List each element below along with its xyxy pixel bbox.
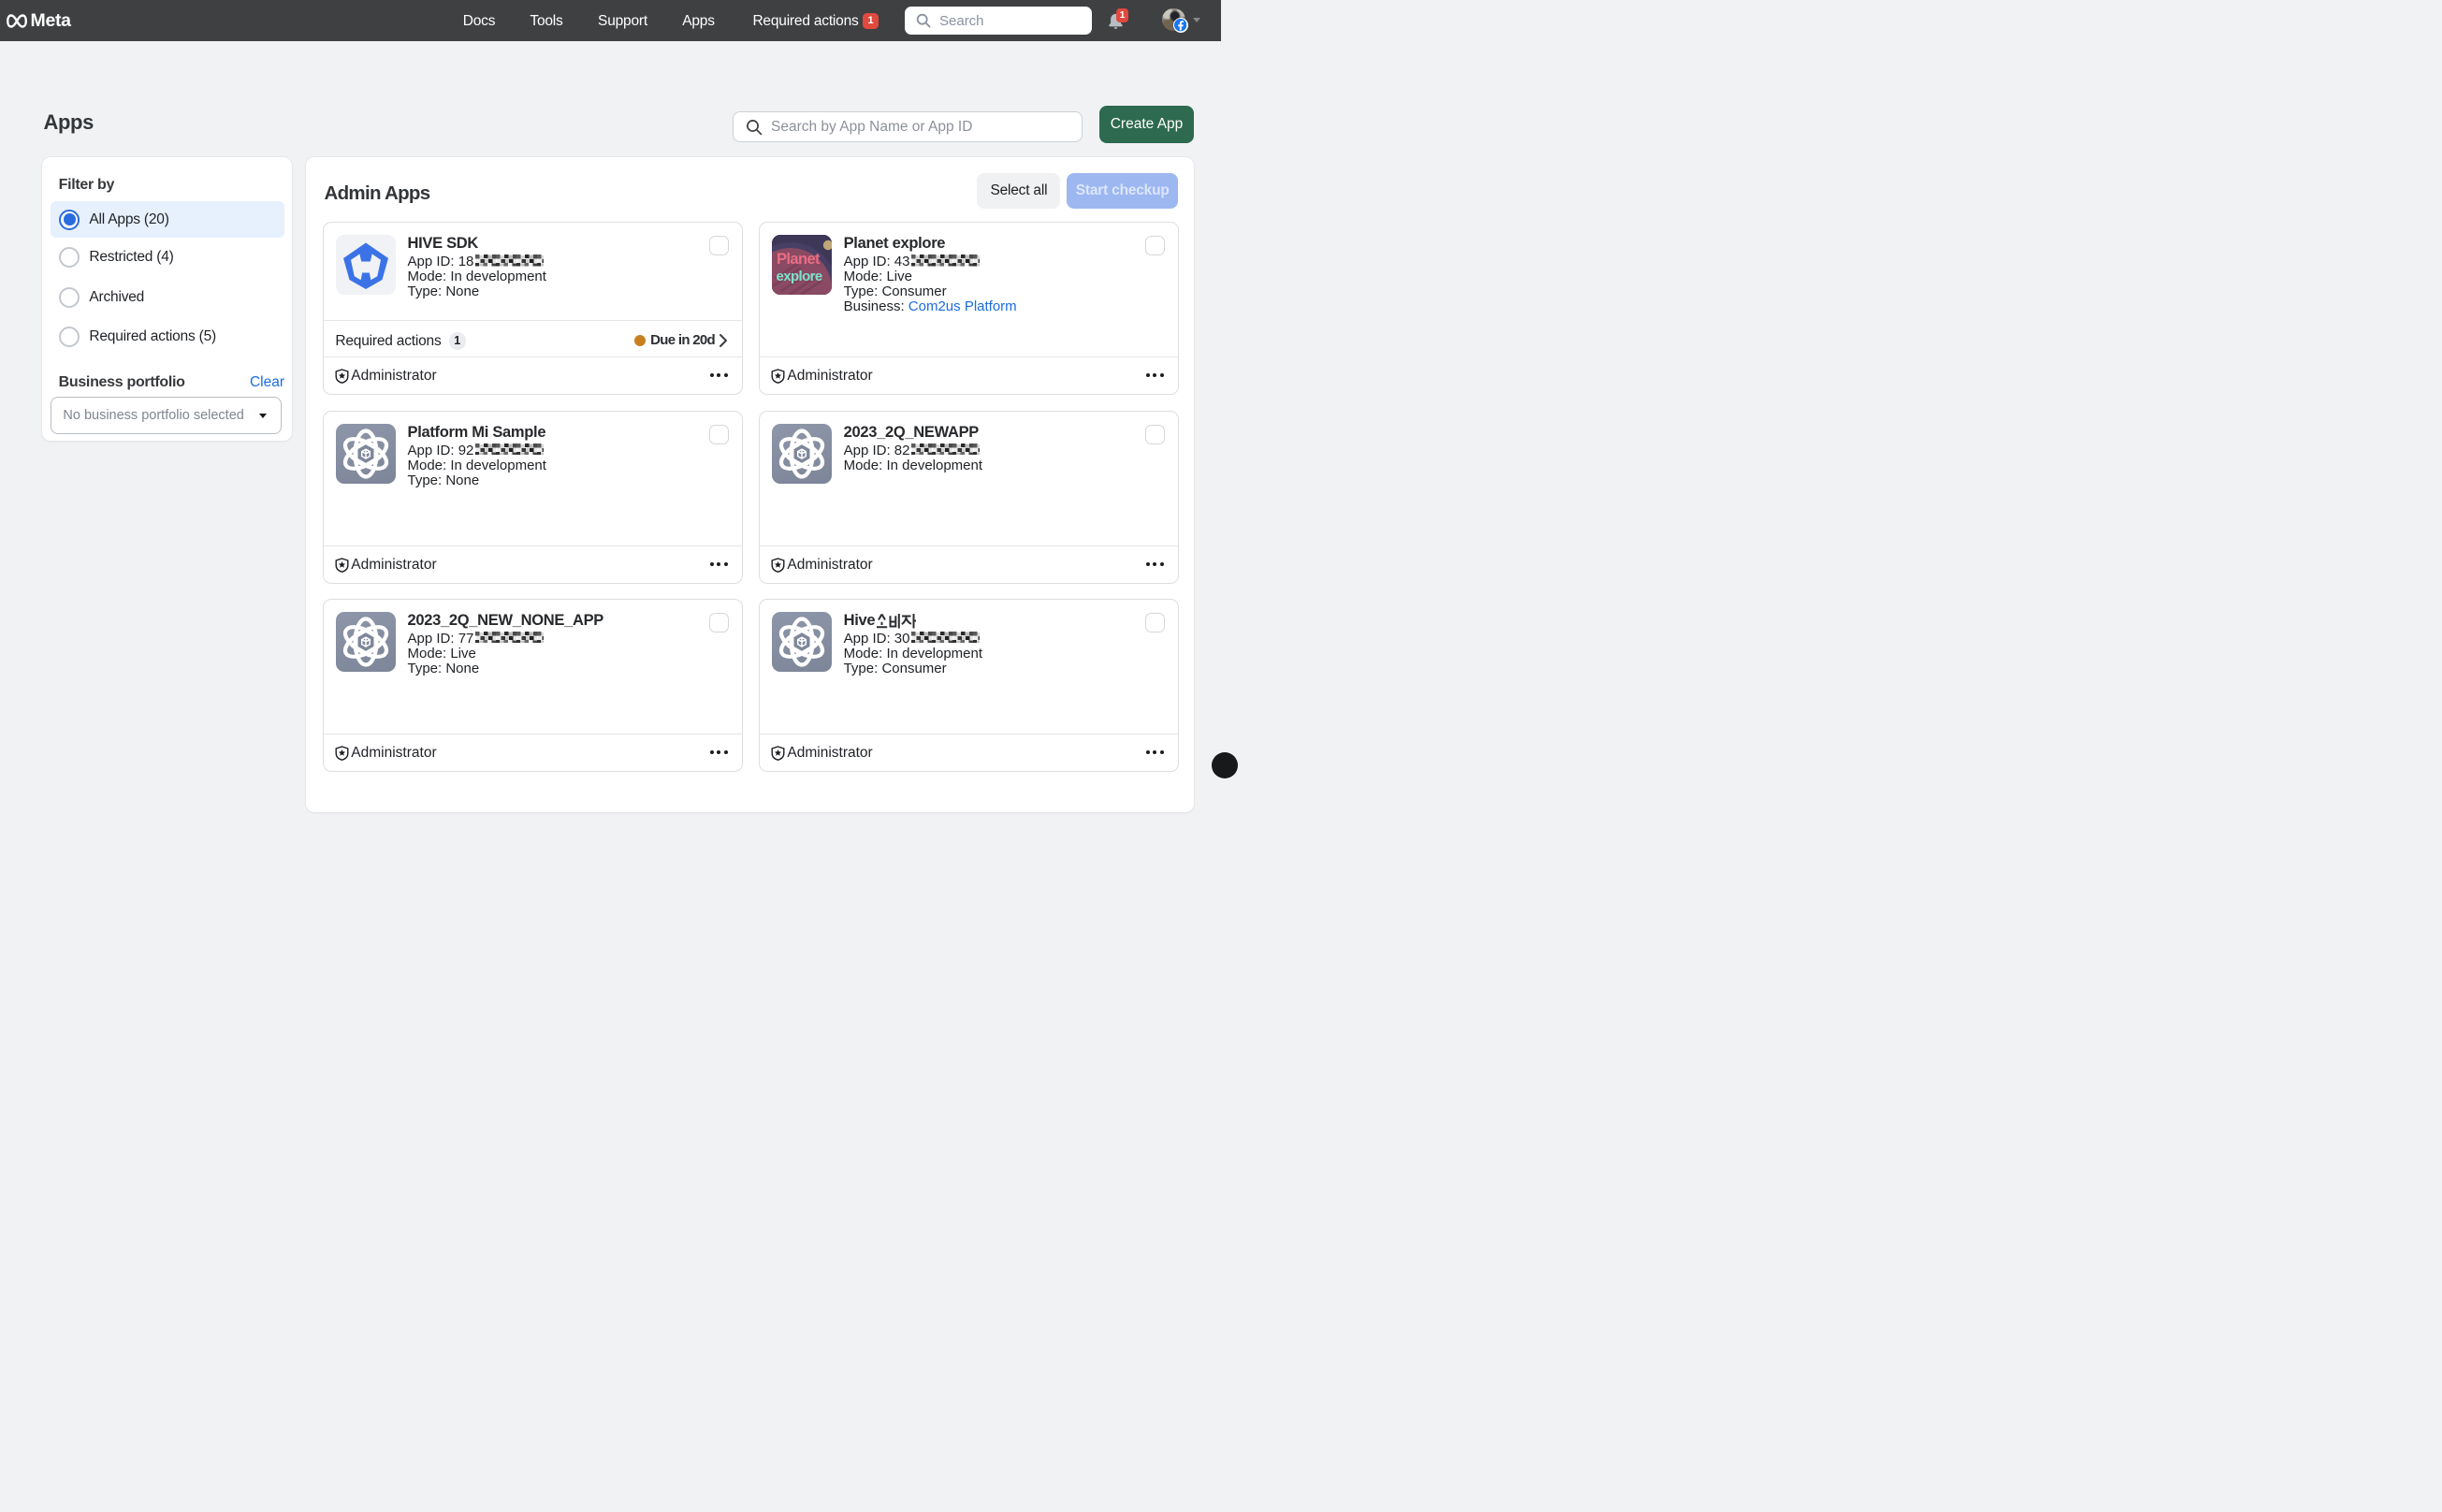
svg-text:Planet: Planet — [777, 251, 821, 268]
svg-text:explore: explore — [776, 269, 821, 284]
